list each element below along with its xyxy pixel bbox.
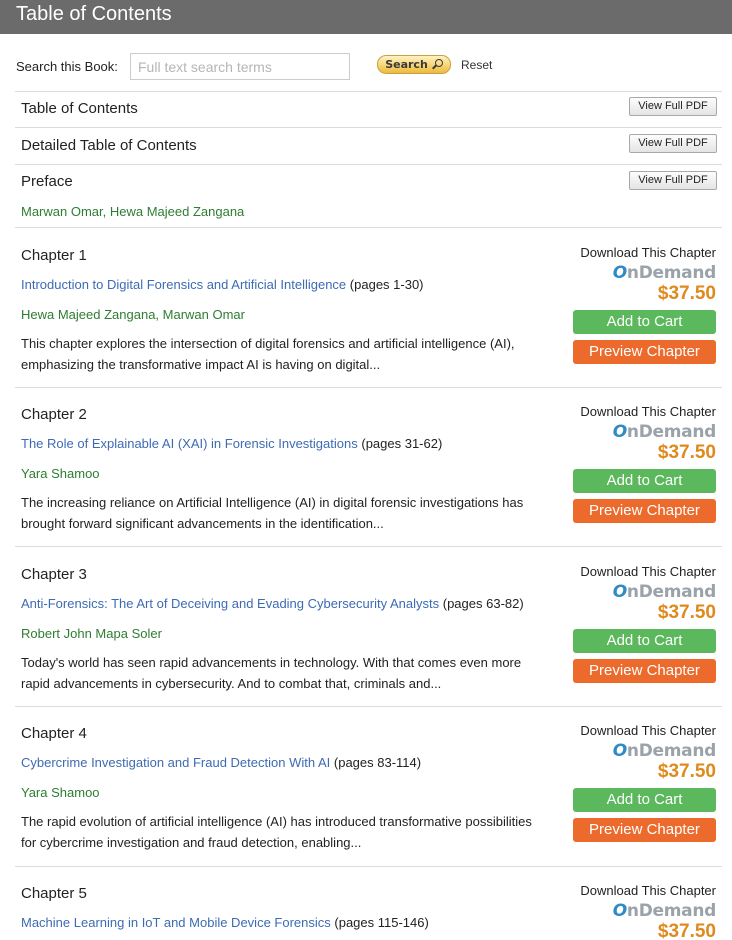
chapter-abstract: This chapter explores the intersection o…	[21, 336, 515, 372]
chapter-pages: (pages 115-146)	[334, 915, 429, 930]
divider	[15, 706, 722, 707]
chapter-pages: (pages 83-114)	[333, 755, 422, 770]
view-full-pdf-button[interactable]: View Full PDF	[629, 171, 717, 190]
preview-chapter-button[interactable]: Preview Chapter	[573, 818, 716, 842]
chapter-number: Chapter 3	[21, 566, 87, 583]
chapter-abstract: The increasing reliance on Artificial In…	[21, 495, 524, 531]
search-button-label: Search	[385, 58, 428, 71]
chapter-item: Chapter 3 Anti-Forensics: The Art of Dec…	[0, 558, 732, 718]
chapter-title-link[interactable]: Cybercrime Investigation and Fraud Detec…	[21, 755, 330, 770]
chapter-price: $37.50	[657, 761, 716, 782]
front-matter-title: Preface	[21, 173, 73, 190]
chapter-title-line: The Role of Explainable AI (XAI) in Fore…	[21, 436, 442, 451]
chapter-abstract: The rapid evolution of artificial intell…	[21, 814, 532, 850]
chapter-authors[interactable]: Yara Shamoo	[21, 785, 100, 800]
chapter-title-line: Machine Learning in IoT and Mobile Devic…	[21, 915, 429, 930]
chapter-authors[interactable]: Yara Shamoo	[21, 466, 100, 481]
ondemand-logo: OnDemand	[612, 582, 717, 602]
preface-authors[interactable]: Marwan Omar, Hewa Majeed Zangana	[21, 204, 244, 219]
chapter-title-link[interactable]: Machine Learning in IoT and Mobile Devic…	[21, 915, 331, 930]
chapter-title-link[interactable]: Anti-Forensics: The Art of Deceiving and…	[21, 596, 439, 611]
chapter-authors[interactable]: Robert John Mapa Soler	[21, 626, 162, 641]
front-matter-title: Detailed Table of Contents	[21, 137, 197, 154]
add-to-cart-button[interactable]: Add to Cart	[573, 629, 716, 653]
chapter-price: $37.50	[657, 283, 716, 304]
chapter-price: $37.50	[657, 921, 716, 940]
chapter-number: Chapter 5	[21, 885, 87, 902]
chapter-pages: (pages 63-82)	[442, 596, 524, 611]
front-matter-toc: Table of Contents View Full PDF	[0, 92, 732, 127]
chapter-item: Chapter 2 The Role of Explainable AI (XA…	[0, 398, 732, 558]
download-chapter-label: Download This Chapter	[580, 245, 716, 260]
divider	[15, 866, 722, 867]
chapter-price: $37.50	[657, 602, 716, 623]
download-chapter-label: Download This Chapter	[580, 404, 716, 419]
chapter-title-line: Anti-Forensics: The Art of Deceiving and…	[21, 596, 524, 611]
ondemand-logo: OnDemand	[612, 741, 717, 761]
download-chapter-label: Download This Chapter	[580, 564, 716, 579]
chapter-item: Chapter 4 Cybercrime Investigation and F…	[0, 717, 732, 877]
chapter-title-link[interactable]: The Role of Explainable AI (XAI) in Fore…	[21, 436, 358, 451]
front-matter-preface: Preface View Full PDF Marwan Omar, Hewa …	[0, 165, 732, 227]
chapter-title-link[interactable]: Introduction to Digital Forensics and Ar…	[21, 277, 346, 292]
magnifier-icon	[432, 59, 443, 70]
ondemand-logo: OnDemand	[612, 422, 717, 442]
view-full-pdf-button[interactable]: View Full PDF	[629, 97, 717, 116]
search-label: Search this Book:	[16, 59, 118, 74]
page-header: Table of Contents	[0, 0, 732, 34]
front-matter-title: Table of Contents	[21, 100, 138, 117]
view-full-pdf-button[interactable]: View Full PDF	[629, 134, 717, 153]
chapter-item: Chapter 1 Introduction to Digital Forens…	[0, 239, 732, 399]
page-title: Table of Contents	[16, 3, 172, 25]
chapter-number: Chapter 4	[21, 725, 87, 742]
front-matter-detailed-toc: Detailed Table of Contents View Full PDF	[0, 128, 732, 164]
add-to-cart-button[interactable]: Add to Cart	[573, 788, 716, 812]
chapter-pages: (pages 31-62)	[361, 436, 443, 451]
preview-chapter-button[interactable]: Preview Chapter	[573, 340, 716, 364]
chapter-abstract: Today's world has seen rapid advancement…	[21, 655, 522, 691]
search-bar: Search this Book: Search Reset	[0, 52, 732, 82]
chapter-number: Chapter 2	[21, 406, 87, 423]
chapter-authors[interactable]: Hewa Majeed Zangana, Marwan Omar	[21, 307, 245, 322]
divider	[15, 227, 722, 228]
add-to-cart-button[interactable]: Add to Cart	[573, 469, 716, 493]
search-button[interactable]: Search	[377, 55, 451, 74]
chapter-item: Chapter 5 Machine Learning in IoT and Mo…	[0, 877, 732, 940]
search-input[interactable]	[130, 53, 350, 80]
download-chapter-label: Download This Chapter	[580, 883, 716, 898]
reset-link[interactable]: Reset	[461, 58, 492, 72]
ondemand-logo: OnDemand	[612, 901, 717, 921]
divider	[15, 546, 722, 547]
chapter-pages: (pages 1-30)	[349, 277, 424, 292]
ondemand-logo: OnDemand	[612, 263, 717, 283]
add-to-cart-button[interactable]: Add to Cart	[573, 310, 716, 334]
preview-chapter-button[interactable]: Preview Chapter	[573, 659, 716, 683]
chapter-price: $37.50	[657, 442, 716, 463]
preview-chapter-button[interactable]: Preview Chapter	[573, 499, 716, 523]
chapter-title-line: Cybercrime Investigation and Fraud Detec…	[21, 755, 421, 770]
divider	[15, 387, 722, 388]
chapter-number: Chapter 1	[21, 247, 87, 264]
chapter-title-line: Introduction to Digital Forensics and Ar…	[21, 277, 424, 292]
download-chapter-label: Download This Chapter	[580, 723, 716, 738]
